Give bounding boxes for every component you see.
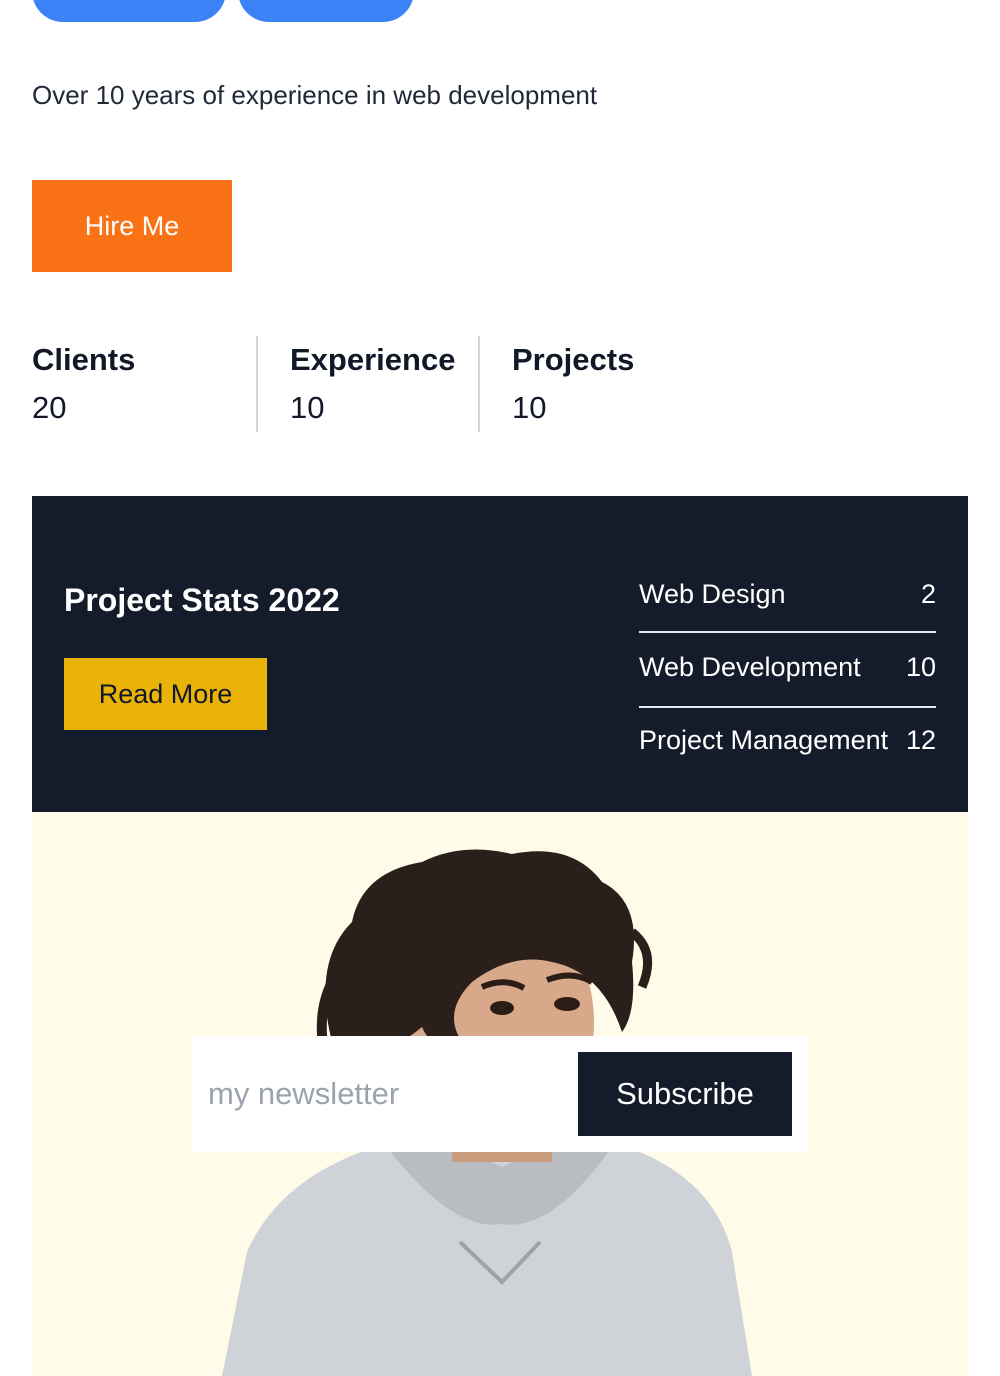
stat-value: 20: [32, 390, 67, 425]
stat-label: Experience: [290, 342, 456, 377]
hire-me-button[interactable]: Hire Me: [32, 180, 232, 272]
project-stats-list: Web Design 2 Web Development 10 Project …: [639, 576, 936, 758]
tag-pill-1[interactable]: [32, 0, 226, 22]
project-count: 10: [905, 652, 936, 682]
list-item: Project Management 12: [639, 708, 936, 758]
read-more-button[interactable]: Read More: [64, 658, 267, 730]
stat-experience: Experience 10: [256, 336, 478, 432]
stat-value: 10: [512, 390, 547, 425]
project-category: Web Design: [639, 579, 786, 609]
list-item: Web Development 10: [639, 633, 936, 708]
list-item: Web Design 2: [639, 576, 936, 633]
tag-pill-2[interactable]: [238, 0, 414, 22]
stat-clients: Clients 20: [32, 336, 256, 432]
newsletter-form: Subscribe: [192, 1036, 808, 1152]
project-category: Project Management: [639, 725, 889, 755]
project-count: 12: [905, 725, 936, 755]
project-stats-section: Project Stats 2022 Read More Web Design …: [32, 496, 968, 812]
stat-projects: Projects 10: [478, 336, 678, 432]
stat-label: Projects: [512, 342, 635, 377]
newsletter-input[interactable]: [192, 1036, 572, 1152]
subscribe-button[interactable]: Subscribe: [578, 1052, 792, 1136]
project-count: 2: [920, 579, 936, 609]
project-stats-title: Project Stats 2022: [64, 582, 340, 618]
experience-intro: Over 10 years of experience in web devel…: [32, 80, 598, 110]
stat-value: 10: [290, 390, 325, 425]
project-category: Web Development: [639, 652, 861, 682]
stats-row: Clients 20 Experience 10 Projects 10: [32, 336, 678, 432]
stat-label: Clients: [32, 342, 136, 377]
